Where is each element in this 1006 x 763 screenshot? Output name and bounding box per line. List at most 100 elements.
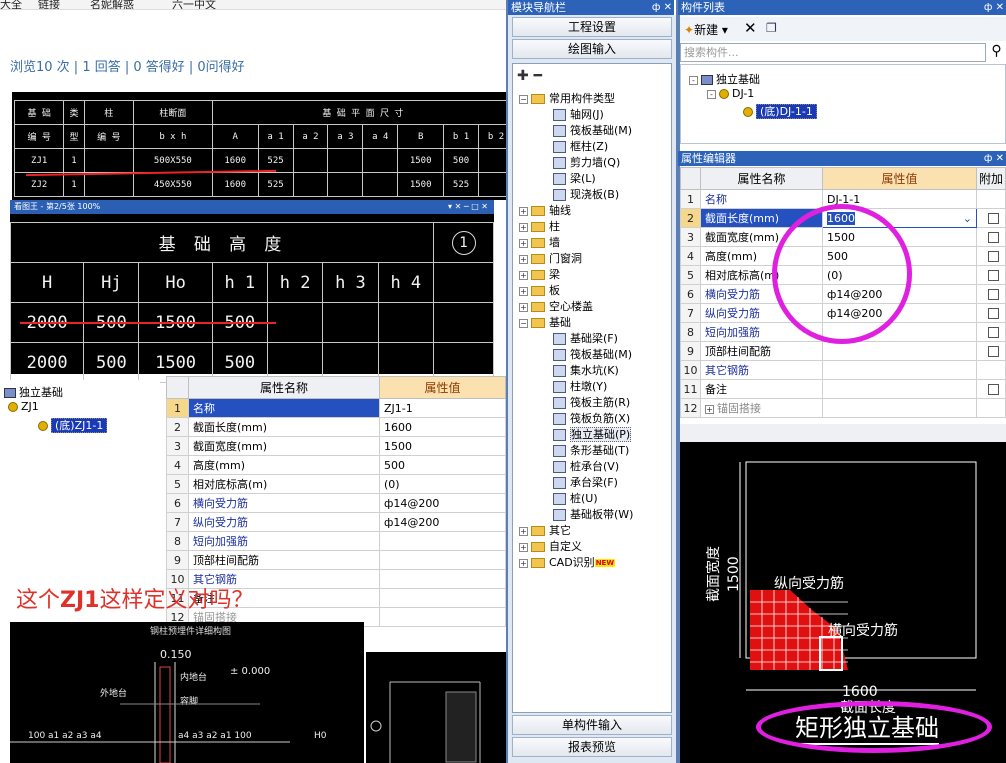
nav-item[interactable]: 剪力墙(Q) bbox=[553, 156, 620, 170]
expand-icon[interactable]: + bbox=[519, 526, 528, 536]
search-icon[interactable]: ⚲ bbox=[987, 43, 1006, 62]
property-value[interactable]: ф14@200 bbox=[379, 512, 506, 532]
nav-item[interactable]: 承台梁(F) bbox=[553, 476, 618, 490]
property-row[interactable]: 8 短向加强筋 bbox=[166, 531, 506, 551]
nav-item[interactable]: 基础梁(F) bbox=[553, 332, 618, 346]
extra-checkbox[interactable] bbox=[987, 346, 999, 357]
property-row[interactable]: 5 相对底标高(m) (0) bbox=[166, 474, 506, 494]
bookmark-item[interactable]: 六一中文 bbox=[172, 0, 216, 9]
single-component-input-button[interactable]: 单构件输入 bbox=[512, 715, 672, 735]
nav-item[interactable]: 柱墩(Y) bbox=[553, 380, 607, 394]
property-row[interactable]: 8 短向加强筋 bbox=[680, 322, 1006, 342]
property-row[interactable]: 4 高度(mm) 500 bbox=[166, 455, 506, 475]
property-row[interactable]: 4 高度(mm) 500 bbox=[680, 246, 1006, 266]
property-value[interactable] bbox=[822, 322, 977, 342]
bookmark-item[interactable]: 链接 bbox=[38, 0, 60, 9]
copy-icon[interactable]: ❐ bbox=[766, 21, 777, 35]
property-value[interactable]: ф14@200 bbox=[379, 493, 506, 513]
property-value[interactable]: 1500 bbox=[822, 227, 977, 247]
property-row[interactable]: 9 顶部柱间配筋 bbox=[166, 550, 506, 570]
expand-icon[interactable]: + bbox=[519, 206, 528, 216]
delete-icon[interactable]: ✕ bbox=[744, 19, 757, 37]
nav-item[interactable]: 轴网(J) bbox=[553, 108, 604, 122]
project-settings-button[interactable]: 工程设置 bbox=[512, 17, 672, 37]
pin-close-icon[interactable]: ф ✕ bbox=[652, 0, 672, 15]
expand-icon[interactable]: + bbox=[519, 270, 528, 280]
property-value[interactable] bbox=[822, 360, 977, 380]
report-preview-button[interactable]: 报表预览 bbox=[512, 737, 672, 757]
property-value[interactable]: DJ-1-1 bbox=[822, 189, 977, 209]
property-value[interactable]: ф14@200 bbox=[822, 303, 977, 323]
dropdown-arrow-icon[interactable]: ⌄ bbox=[963, 212, 972, 225]
property-value[interactable] bbox=[822, 379, 977, 399]
property-value[interactable]: 500 bbox=[822, 246, 977, 266]
expand-icon[interactable]: + bbox=[519, 222, 528, 232]
expand-icon[interactable]: + bbox=[519, 286, 528, 296]
expand-collapse-all-icon[interactable]: ✚ ━ bbox=[517, 68, 542, 84]
property-value[interactable]: 500 bbox=[379, 455, 506, 475]
tree-leaf-selected[interactable]: (底)DJ-1-1 bbox=[743, 103, 817, 119]
bookmark-item[interactable]: 名妮解惑 bbox=[90, 0, 134, 9]
property-row[interactable]: 3 截面宽度(mm) 1500 bbox=[166, 436, 506, 456]
expand-icon[interactable]: + bbox=[519, 238, 528, 248]
nav-folder[interactable]: + 板 bbox=[519, 284, 560, 298]
property-row[interactable]: 6 横向受力筋 ф14@200 bbox=[166, 493, 506, 513]
property-value[interactable]: 1600 bbox=[379, 417, 506, 437]
nav-item[interactable]: 桩(U) bbox=[553, 492, 598, 506]
nav-item[interactable]: 框柱(Z) bbox=[553, 140, 608, 154]
collapse-icon[interactable]: − bbox=[519, 94, 528, 104]
property-row[interactable]: 2 截面长度(mm) 1600 bbox=[166, 417, 506, 437]
nav-item[interactable]: 桩承台(V) bbox=[553, 460, 619, 474]
nav-folder[interactable]: + 轴线 bbox=[519, 204, 571, 218]
nav-folder[interactable]: + 门窗洞 bbox=[519, 252, 582, 266]
property-row[interactable]: 7 纵向受力筋 ф14@200 bbox=[680, 303, 1006, 323]
nav-folder[interactable]: + 空心楼盖 bbox=[519, 300, 593, 314]
nav-item[interactable]: 条形基础(T) bbox=[553, 444, 629, 458]
property-row[interactable]: 12 + 锚固搭接 bbox=[680, 398, 1006, 418]
property-row[interactable]: 5 相对底标高(m) (0) bbox=[680, 265, 1006, 285]
tree-root[interactable]: - 独立基础 bbox=[689, 71, 760, 87]
extra-checkbox[interactable] bbox=[987, 327, 999, 338]
extra-checkbox[interactable] bbox=[987, 384, 999, 395]
extra-checkbox[interactable] bbox=[987, 251, 999, 262]
tree-child[interactable]: ZJ1 bbox=[8, 400, 39, 413]
nav-folder[interactable]: + 柱 bbox=[519, 220, 560, 234]
tree-leaf-selected[interactable]: (底)ZJ1-1 bbox=[38, 417, 108, 433]
expand-icon[interactable]: + bbox=[519, 542, 528, 552]
property-row[interactable]: 2 截面长度(mm) 1600 ⌄ bbox=[680, 208, 1006, 228]
property-value[interactable] bbox=[379, 550, 506, 570]
property-value[interactable]: 1500 bbox=[379, 436, 506, 456]
extra-checkbox[interactable] bbox=[987, 289, 999, 300]
nav-folder[interactable]: + CAD识别NEW bbox=[519, 556, 616, 570]
tree-child[interactable]: - DJ-1 bbox=[707, 87, 754, 100]
expand-icon[interactable]: + bbox=[519, 254, 528, 264]
nav-folder[interactable]: + 自定义 bbox=[519, 540, 582, 554]
window-controls[interactable]: ▾ ✕ ─ □ ✕ bbox=[448, 200, 488, 214]
property-row[interactable]: 11 备注 bbox=[680, 379, 1006, 399]
new-button[interactable]: ✦新建 ▾ bbox=[684, 21, 728, 38]
nav-folder[interactable]: + 梁 bbox=[519, 268, 560, 282]
property-value[interactable] bbox=[822, 341, 977, 361]
nav-item[interactable]: 筏板基础(M) bbox=[553, 348, 632, 362]
property-row[interactable]: 1 名称 DJ-1-1 bbox=[680, 189, 1006, 209]
nav-item[interactable]: 梁(L) bbox=[553, 172, 596, 186]
extra-checkbox[interactable] bbox=[987, 232, 999, 243]
property-value[interactable]: (0) bbox=[822, 265, 977, 285]
property-row[interactable]: 3 截面宽度(mm) 1500 bbox=[680, 227, 1006, 247]
extra-checkbox[interactable] bbox=[987, 213, 999, 224]
nav-folder[interactable]: − 常用构件类型 bbox=[519, 92, 615, 106]
property-row[interactable]: 1 名称 ZJ1-1 bbox=[166, 398, 506, 418]
nav-folder[interactable]: − 基础 bbox=[519, 316, 571, 330]
nav-item[interactable]: 独立基础(P) bbox=[553, 427, 632, 442]
property-value[interactable] bbox=[379, 588, 506, 608]
nav-folder[interactable]: + 其它 bbox=[519, 524, 571, 538]
expand-icon[interactable]: + bbox=[705, 404, 714, 414]
expand-icon[interactable]: + bbox=[519, 302, 528, 312]
drawing-input-button[interactable]: 绘图输入 bbox=[512, 39, 672, 59]
nav-item[interactable]: 基础板带(W) bbox=[553, 508, 633, 522]
nav-item[interactable]: 筏板主筋(R) bbox=[553, 396, 630, 410]
property-value[interactable]: ф14@200 bbox=[822, 284, 977, 304]
nav-item[interactable]: 集水坑(K) bbox=[553, 364, 619, 378]
expand-icon[interactable]: + bbox=[519, 558, 528, 568]
extra-checkbox[interactable] bbox=[987, 270, 999, 281]
